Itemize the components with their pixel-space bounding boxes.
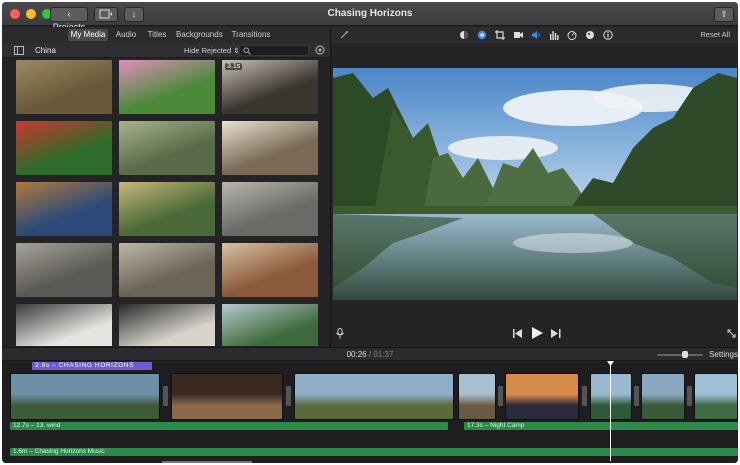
share-button[interactable]: ⇧ <box>714 7 734 22</box>
tab-my-media[interactable]: My Media <box>68 29 108 41</box>
media-thumb-scooter-street[interactable] <box>222 182 318 236</box>
media-thumb-street-vendor[interactable] <box>222 243 318 297</box>
transition-marker[interactable] <box>582 386 587 406</box>
browser-tabs: My Media Audio Titles Backgrounds Transi… <box>2 27 330 43</box>
media-thumb-red-chilies[interactable] <box>16 121 112 175</box>
title-bar: ‹ Projects ↓ Chasing Horizons ⇧ <box>2 2 738 32</box>
window-title: Chasing Horizons <box>327 8 413 19</box>
skip-forward-icon[interactable] <box>551 329 561 338</box>
playback-controls <box>331 322 738 344</box>
transition-marker[interactable] <box>634 386 639 406</box>
imovie-window: ‹ Projects ↓ Chasing Horizons ⇧ My Media… <box>2 2 738 463</box>
viewer-toolbar: Reset All <box>331 27 738 43</box>
timeline-settings-button[interactable]: Settings <box>709 350 738 359</box>
pane-divider[interactable] <box>330 27 331 347</box>
media-thumb-eggs-basket[interactable] <box>222 121 318 175</box>
clip-river-2[interactable] <box>641 373 685 420</box>
microphone-icon[interactable] <box>336 328 344 339</box>
settings-gear-icon[interactable] <box>315 45 325 55</box>
audio-clip-night-camp[interactable]: 17.3s – Night Camp <box>464 422 738 430</box>
preview-frame-karst-river <box>333 68 737 300</box>
clip-duration-badge: 3.1s <box>225 63 243 70</box>
media-thumb-river-trees[interactable] <box>222 304 318 346</box>
media-thumb-calligraphy-2[interactable] <box>119 304 215 346</box>
filter-dropdown[interactable]: Hide Rejected ⇕ <box>184 46 240 55</box>
transition-marker[interactable] <box>687 386 692 406</box>
play-icon[interactable] <box>532 327 543 339</box>
zoom-slider-knob[interactable] <box>682 351 688 358</box>
transition-marker[interactable] <box>498 386 503 406</box>
media-thumb-pink-flower[interactable] <box>119 60 215 114</box>
media-thumb-license-plate[interactable] <box>16 60 112 114</box>
media-thumb-village-road[interactable] <box>16 243 112 297</box>
media-thumb-hands-fruit[interactable] <box>16 182 112 236</box>
noise-reduction-icon[interactable] <box>585 30 595 40</box>
clip-river-3[interactable] <box>694 373 738 420</box>
transition-marker[interactable] <box>286 386 291 406</box>
fullscreen-icon[interactable] <box>727 329 736 338</box>
media-thumb-market-stall[interactable] <box>119 182 215 236</box>
color-correction-icon[interactable] <box>477 30 487 40</box>
media-thumb-vegetables[interactable] <box>119 121 215 175</box>
playhead[interactable] <box>610 364 611 461</box>
media-thumb-calligraphy-1[interactable] <box>16 304 112 346</box>
reset-all-button[interactable]: Reset All <box>700 30 730 39</box>
tab-transitions[interactable]: Transitions <box>230 29 272 41</box>
search-input[interactable] <box>239 45 309 56</box>
tab-audio[interactable]: Audio <box>114 29 138 41</box>
viewer-preview <box>333 68 737 300</box>
timeline-header: 00:26 / 01:37 Settings <box>2 347 738 361</box>
clip-houses[interactable] <box>458 373 496 420</box>
magic-wand-icon[interactable] <box>339 30 349 40</box>
browser-filter-bar: China Hide Rejected ⇕ <box>2 43 330 58</box>
search-icon <box>243 47 251 55</box>
clip-sunset[interactable] <box>505 373 579 420</box>
title-clip[interactable]: 2.9s – CHASING HORIZONS <box>32 362 152 370</box>
clip-restaurant[interactable] <box>171 373 283 420</box>
info-icon[interactable] <box>603 30 613 40</box>
media-thumb-steaming-pot[interactable]: 3.1s <box>222 60 318 114</box>
clip-river-1[interactable] <box>590 373 632 420</box>
equalizer-icon[interactable] <box>549 30 559 40</box>
media-grid: 3.1s <box>16 60 322 346</box>
transition-marker[interactable] <box>163 386 168 406</box>
skip-back-icon[interactable] <box>513 329 523 338</box>
clip-village[interactable] <box>294 373 454 420</box>
zoom-slider-track[interactable] <box>657 354 703 356</box>
speed-icon[interactable] <box>567 30 577 40</box>
timeline-scrollbar[interactable] <box>162 461 252 463</box>
crop-icon[interactable] <box>495 30 505 40</box>
library-name: China <box>35 46 56 55</box>
share-icon: ⇧ <box>720 9 728 19</box>
tab-titles[interactable]: Titles <box>144 29 170 41</box>
volume-icon[interactable] <box>531 30 541 40</box>
tab-backgrounds[interactable]: Backgrounds <box>176 29 223 41</box>
stabilization-icon[interactable] <box>513 30 523 40</box>
media-thumb-old-wall[interactable] <box>119 243 215 297</box>
timecode: 00:26 / 01:37 <box>346 350 394 359</box>
sidebar-toggle-icon[interactable] <box>14 46 24 55</box>
color-balance-icon[interactable] <box>459 30 469 40</box>
audio-clip-wind[interactable]: 12.7s – 13. wind <box>10 422 448 430</box>
clip-karst-1[interactable] <box>10 373 160 420</box>
audio-clip-music[interactable]: 1.6m – Chasing Horizons Music <box>10 448 738 456</box>
